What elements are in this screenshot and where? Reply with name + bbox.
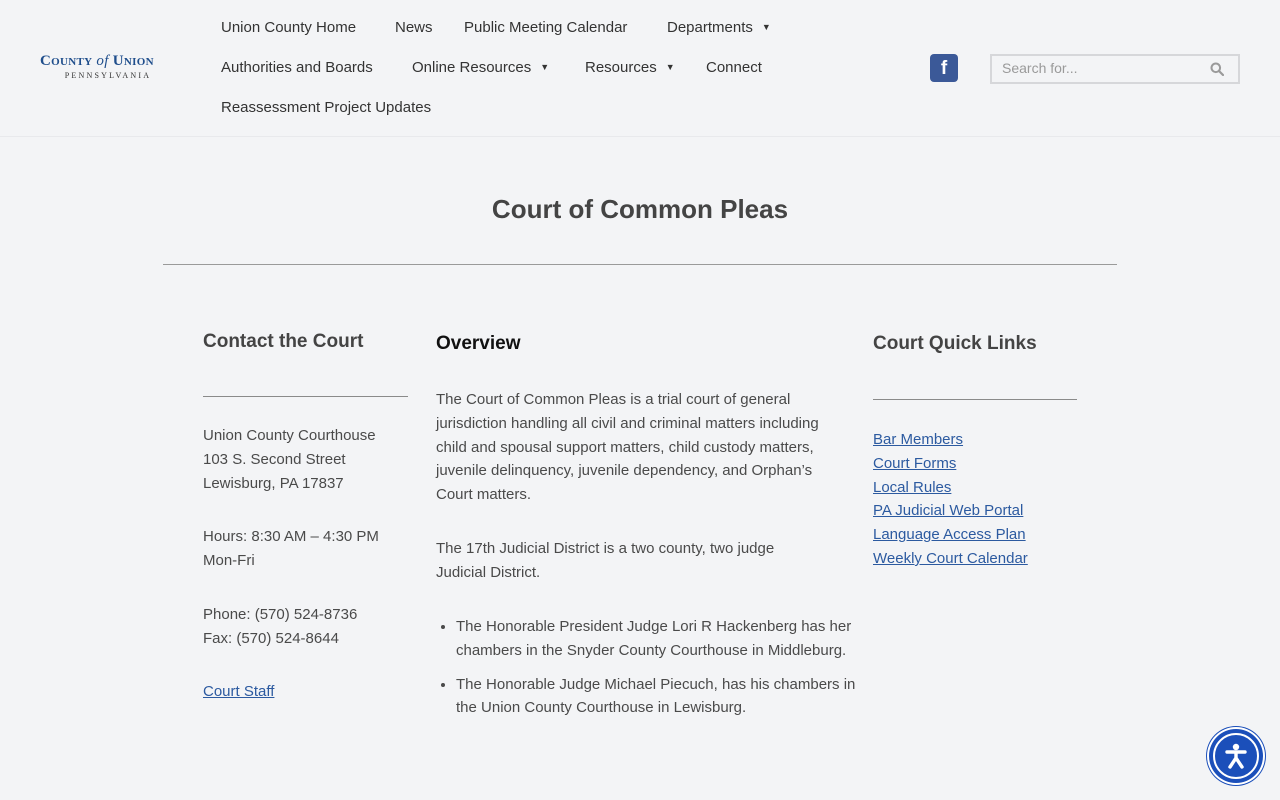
contact-heading: Contact the Court <box>203 331 364 352</box>
search-icon[interactable] <box>1210 62 1224 76</box>
accessibility-icon <box>1225 743 1247 769</box>
accessibility-button[interactable] <box>1207 727 1265 785</box>
link-language-access-plan[interactable]: Language Access Plan <box>873 523 1028 547</box>
nav-label: Connect <box>706 59 762 76</box>
caret-down-icon: ▼ <box>665 62 675 72</box>
hours-line: Hours: 8:30 AM – 4:30 PM <box>203 528 379 545</box>
court-staff-wrap: Court Staff <box>203 680 274 704</box>
nav-label: Online Resources <box>412 59 532 76</box>
nav-connect[interactable]: Connect <box>706 58 762 78</box>
logo-of: of <box>96 53 109 69</box>
contact-divider <box>203 396 408 397</box>
hours-days: Mon-Fri <box>203 551 255 569</box>
caret-down-icon: ▼ <box>540 62 550 72</box>
overview-heading: Overview <box>436 333 521 354</box>
nav-label: Resources <box>585 59 657 76</box>
quick-links-list: Bar Members Court Forms Local Rules PA J… <box>873 428 1028 571</box>
address-line: 103 S. Second Street <box>203 450 346 468</box>
title-divider <box>163 264 1117 265</box>
nav-union-county-home[interactable]: Union County Home <box>221 18 356 38</box>
address-line: Union County Courthouse <box>203 427 376 444</box>
facebook-icon[interactable]: f <box>930 54 958 82</box>
nav-label: Union County Home <box>221 19 357 36</box>
logo-union: Union <box>112 53 154 69</box>
county-logo[interactable]: County of Union PENNSYLVANIA <box>40 52 180 86</box>
contact-hours: Hours: 8:30 AM – 4:30 PM Mon-Fri <box>203 525 418 573</box>
logo-state: PENNSYLVANIA <box>64 71 152 80</box>
contact-phones: Phone: (570) 524-8736 Fax: (570) 524-864… <box>203 603 418 651</box>
overview-paragraph-1: The Court of Common Pleas is a trial cou… <box>436 391 819 504</box>
nav-label: News <box>395 19 433 36</box>
phone-number: Phone: (570) 524-8736 <box>203 606 358 623</box>
nav-news[interactable]: News <box>395 18 433 38</box>
site-header: County of Union PENNSYLVANIA Union Count… <box>0 0 1280 137</box>
list-item: The Honorable President Judge Lori R Hac… <box>456 615 876 663</box>
list-item: The Honorable Judge Michael Piecuch, has… <box>456 673 876 721</box>
fax-number: Fax: (570) 524-8644 <box>203 629 339 647</box>
link-pa-judicial-web-portal[interactable]: PA Judicial Web Portal <box>873 499 1028 523</box>
nav-label: Departments <box>667 19 753 36</box>
nav-label: Reassessment Project Updates <box>221 99 432 116</box>
nav-resources[interactable]: Resources ▼ <box>585 58 675 79</box>
link-local-rules[interactable]: Local Rules <box>873 476 1028 500</box>
link-weekly-court-calendar[interactable]: Weekly Court Calendar <box>873 547 1028 571</box>
caret-down-icon: ▼ <box>761 22 771 32</box>
nav-label: Public Meeting Calendar <box>464 19 628 36</box>
logo-county: County <box>40 53 93 69</box>
nav-public-meeting-calendar[interactable]: Public Meeting Calendar <box>464 18 627 38</box>
search-box <box>990 54 1240 84</box>
contact-address: Union County Courthouse 103 S. Second St… <box>203 424 418 495</box>
search-input[interactable] <box>1002 59 1192 77</box>
quick-links-heading: Court Quick Links <box>873 333 1037 354</box>
overview-paragraph-2: The 17th Judicial District is a two coun… <box>436 540 775 581</box>
page-title: Court of Common Pleas <box>491 194 789 224</box>
link-court-forms[interactable]: Court Forms <box>873 452 1028 476</box>
judges-list: The Honorable President Judge Lori R Hac… <box>436 615 876 730</box>
nav-authorities-and-boards[interactable]: Authorities and Boards <box>221 58 373 78</box>
court-staff-link[interactable]: Court Staff <box>203 683 274 700</box>
link-bar-members[interactable]: Bar Members <box>873 428 1028 452</box>
nav-reassessment-project-updates[interactable]: Reassessment Project Updates <box>221 98 431 118</box>
nav-departments[interactable]: Departments ▼ <box>667 18 771 39</box>
quick-links-divider <box>873 399 1077 400</box>
address-line: Lewisburg, PA 17837 <box>203 474 344 492</box>
nav-online-resources[interactable]: Online Resources ▼ <box>412 58 549 79</box>
nav-label: Authorities and Boards <box>221 59 373 76</box>
